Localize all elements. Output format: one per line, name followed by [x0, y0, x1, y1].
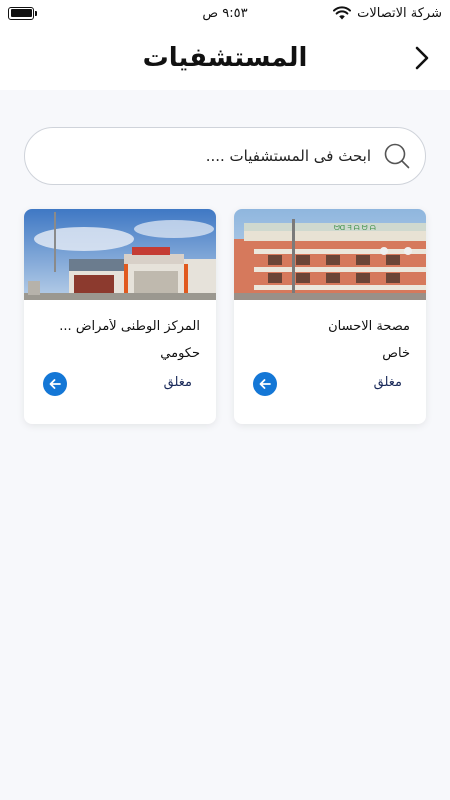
status-bar: ٩:٥٣ ص شركة الاتصالات	[0, 0, 450, 26]
search-bar	[24, 127, 426, 185]
hospital-type: خاص	[382, 346, 410, 361]
wifi-icon	[333, 6, 352, 20]
status-badge: مغلق	[373, 375, 402, 390]
back-button[interactable]	[410, 44, 434, 72]
page-title: المستشفيات	[142, 43, 308, 73]
status-badge: مغلق	[163, 375, 192, 390]
hospital-type: حكومي	[160, 346, 200, 361]
status-time: ٩:٥٣ ص	[202, 5, 248, 21]
search-icon[interactable]	[383, 142, 411, 170]
search-input[interactable]	[39, 147, 371, 165]
hospital-name: مصحة الاحسان	[328, 319, 410, 334]
carrier-name: شركة الاتصالات	[357, 5, 442, 21]
hospital-card[interactable]: ᗢᗡ ᖷ ᗩ ᗢ ᗩ مصحة الاحسان خاص مغلق	[234, 209, 426, 424]
hospital-name: المركز الوطنى لأمراض ...	[59, 319, 200, 334]
hospital-photo: ᗢᗡ ᖷ ᗩ ᗢ ᗩ	[234, 209, 426, 300]
chevron-right-icon	[415, 46, 429, 70]
svg-text:ᗢᗡ ᖷ ᗩ ᗢ ᗩ: ᗢᗡ ᖷ ᗩ ᗢ ᗩ	[334, 224, 376, 232]
hospital-photo	[24, 209, 216, 300]
app-header: المستشفيات	[0, 26, 450, 90]
arrow-left-icon	[259, 379, 271, 389]
open-hospital-button[interactable]	[253, 372, 277, 396]
open-hospital-button[interactable]	[43, 372, 67, 396]
arrow-left-icon	[49, 379, 61, 389]
hospital-card[interactable]: المركز الوطنى لأمراض ... حكومي مغلق	[24, 209, 216, 424]
battery-icon	[8, 6, 37, 20]
